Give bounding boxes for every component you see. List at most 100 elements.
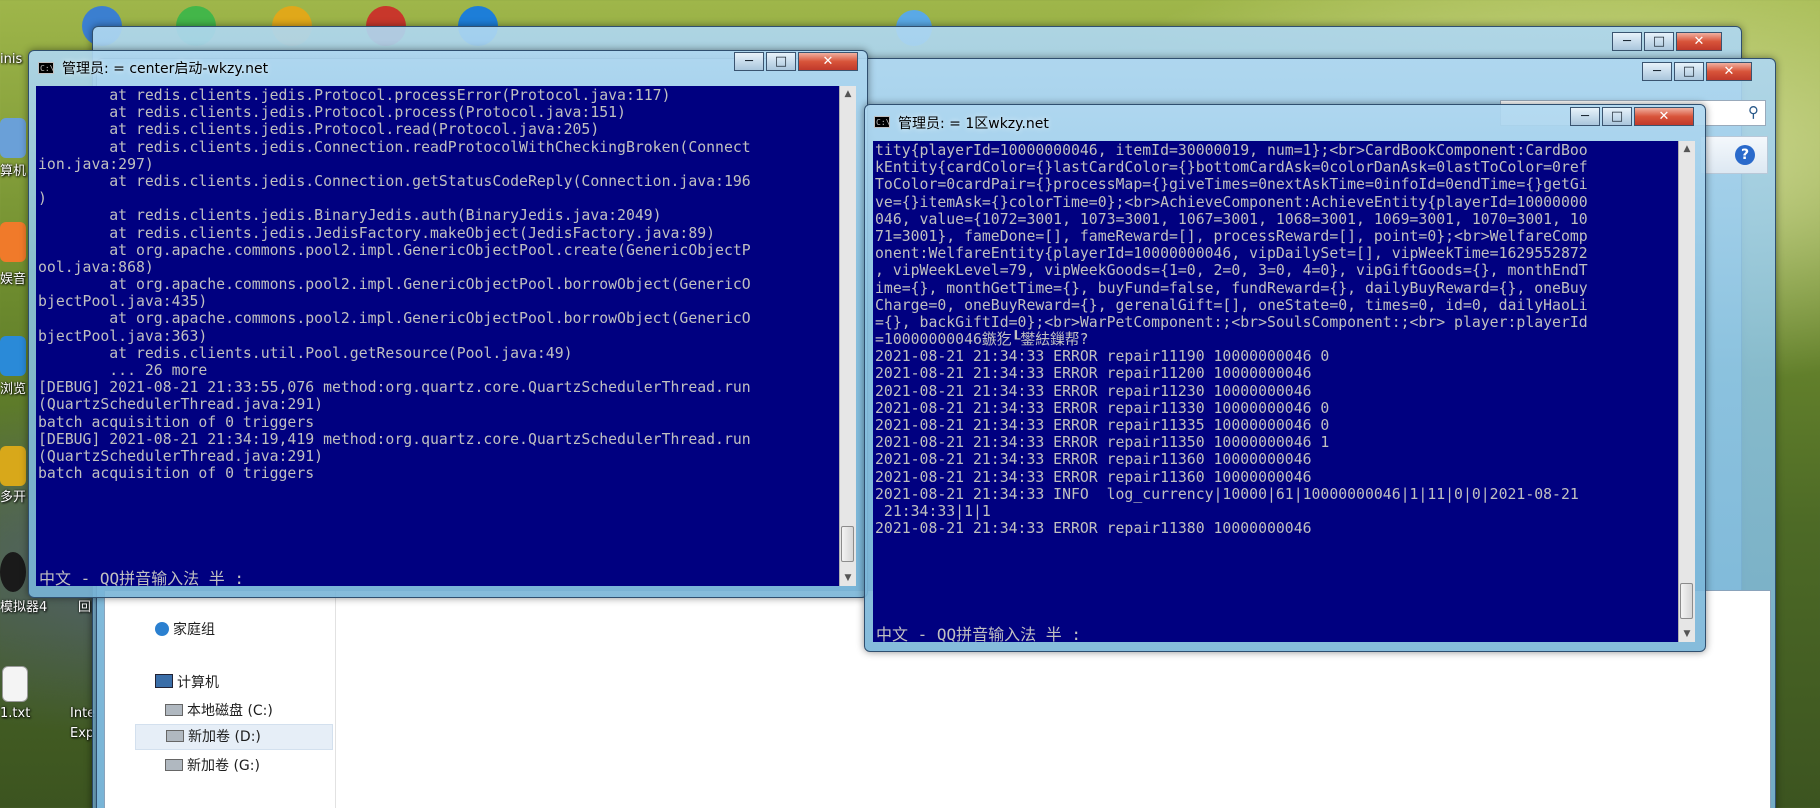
console-line: 2021-08-21 21:34:33 ERROR repair11360 10… (875, 451, 1312, 469)
text-file-icon[interactable] (2, 666, 28, 702)
desktop-label-0: inis (0, 52, 23, 67)
vertical-scrollbar[interactable]: ▲ ▼ (1678, 141, 1695, 642)
minimize-button[interactable]: ─ (734, 52, 764, 71)
minimize-button[interactable]: ─ (1612, 32, 1642, 51)
scroll-down-arrow-icon[interactable]: ▼ (840, 570, 856, 586)
nav-item-label: 新加卷 (G:) (187, 758, 260, 774)
explorer-toolbar: ? (1700, 136, 1768, 174)
help-icon[interactable]: ? (1735, 145, 1755, 165)
console-line: 046, value={1072=3001, 1073=3001, 1067=3… (875, 210, 1588, 228)
maximize-button[interactable]: □ (1674, 62, 1704, 81)
minimize-button[interactable]: ─ (1570, 107, 1600, 126)
nav-item-label: 新加卷 (D:) (188, 729, 261, 745)
ime-status: 中文 - QQ拼音输入法 半 : (39, 569, 245, 588)
browser-app-icon[interactable] (0, 336, 26, 376)
vertical-scrollbar[interactable]: ▲ ▼ (839, 86, 856, 586)
maximize-button[interactable]: □ (1644, 32, 1674, 51)
homegroup-icon (155, 622, 169, 636)
console-line: at redis.clients.jedis.Connection.readPr… (38, 138, 751, 156)
drive-icon (165, 704, 183, 716)
console-app-icon: C:\ (874, 116, 891, 128)
desktop-label-2: 娱音 (0, 272, 27, 287)
console-line: ToColor=0cardPair={}processMap={}giveTim… (875, 176, 1588, 194)
maximize-button[interactable]: □ (1602, 107, 1632, 126)
console-line: 2021-08-21 21:34:33 ERROR repair11200 10… (875, 365, 1312, 383)
console-line: [DEBUG] 2021-08-21 21:33:55,076 method:o… (38, 379, 751, 397)
console-line: ... 26 more (38, 362, 208, 379)
console-line: [DEBUG] 2021-08-21 21:34:19,419 method:o… (38, 430, 751, 448)
console-line: at redis.clients.jedis.Protocol.process(… (38, 104, 626, 122)
console-line: bjectPool.java:435) (38, 293, 208, 311)
desktop-label-9: Exp (70, 726, 95, 741)
nav-drive-g[interactable]: 新加卷 (G:) (165, 755, 260, 775)
scroll-up-arrow-icon[interactable]: ▲ (840, 86, 856, 102)
window-title: 管理员: = 1区wkzy.net (898, 116, 1049, 132)
console-line: 2021-08-21 21:34:33 ERROR repair11335 10… (875, 417, 1330, 434)
ime-status: 中文 - QQ拼音输入法 半 : (876, 625, 1082, 644)
nav-item-label: 计算机 (177, 675, 219, 691)
close-button[interactable]: ✕ (1634, 107, 1694, 126)
scroll-up-arrow-icon[interactable]: ▲ (1679, 141, 1695, 157)
console-line: 21:34:33|1|1 (875, 502, 991, 520)
minimize-button[interactable]: ─ (1642, 62, 1672, 81)
scrollbar-thumb[interactable] (841, 526, 854, 562)
console-line: onent:WelfareEntity{playerId=10000000046… (875, 245, 1588, 263)
close-button[interactable]: ✕ (1676, 32, 1722, 51)
scroll-down-arrow-icon[interactable]: ▼ (1679, 626, 1695, 642)
console-line: 2021-08-21 21:34:33 ERROR repair11350 10… (875, 434, 1330, 452)
computer-icon (155, 674, 173, 688)
console-line: ) (38, 190, 47, 208)
nav-computer[interactable]: 计算机 (155, 672, 219, 692)
console-line: (QuartzSchedulerThread.java:291) (38, 447, 324, 465)
computer-desktop-icon[interactable] (0, 118, 26, 158)
nav-drive-d[interactable]: 新加卷 (D:) (135, 724, 333, 750)
desktop-label-1: 算机 (0, 164, 27, 179)
desktop-label-5: 模拟器4 (0, 600, 48, 615)
console-line: at redis.clients.jedis.Connection.getSta… (38, 172, 751, 190)
desktop-label-7: 1.txt (0, 706, 31, 721)
console-line: at redis.clients.jedis.BinaryJedis.auth(… (38, 207, 662, 225)
console-line: at redis.clients.util.Pool.getResource(P… (38, 344, 573, 362)
console-line: batch acquisition of 0 triggers (38, 465, 315, 483)
console-line: ime={}, monthGetTime={}, buyFund=false, … (875, 279, 1588, 297)
nav-item-label: 本地磁盘 (C:) (187, 703, 273, 719)
search-icon[interactable]: ⚲ (1748, 103, 1759, 121)
console-line: bjectPool.java:363) (38, 327, 208, 345)
console-line: batch acquisition of 0 triggers (38, 413, 315, 431)
console-line: at redis.clients.jedis.JedisFactory.make… (38, 224, 716, 242)
console-line: at org.apache.commons.pool2.impl.Generic… (38, 310, 751, 328)
console-line: (QuartzSchedulerThread.java:291) (38, 396, 324, 414)
emulator-app-icon[interactable] (0, 552, 26, 592)
desktop-label-6: 回 (78, 600, 92, 615)
console-line: ion.java:297) (38, 155, 154, 173)
scrollbar-thumb[interactable] (1680, 583, 1693, 619)
nav-drive-c[interactable]: 本地磁盘 (C:) (165, 700, 273, 720)
console-line: at redis.clients.jedis.Protocol.processE… (38, 87, 671, 104)
drive-icon (165, 759, 183, 771)
close-button[interactable]: ✕ (798, 52, 858, 71)
audio-app-icon[interactable] (0, 222, 26, 262)
close-button[interactable]: ✕ (1706, 62, 1752, 81)
desktop-label-4: 多开 (0, 490, 27, 505)
console-line: at org.apache.commons.pool2.impl.Generic… (38, 276, 751, 294)
console-line: 2021-08-21 21:34:33 ERROR repair11190 10… (875, 348, 1330, 366)
console-line: ool.java:868) (38, 258, 154, 276)
console-line: at redis.clients.jedis.Protocol.read(Pro… (38, 121, 600, 139)
window-title: 管理员: = center启动-wkzy.net (62, 61, 269, 77)
console-line: 2021-08-21 21:34:33 ERROR repair11380 10… (875, 520, 1312, 538)
navigation-pane: 家庭组 计算机 本地磁盘 (C:) 新加卷 (D:) 新加卷 (G:) (105, 591, 336, 808)
console-line: =10000000046鏃犵┖鐢紶鏁帮? (875, 331, 1089, 349)
console-line: 2021-08-21 21:34:33 ERROR repair11230 10… (875, 382, 1312, 400)
console-line: , vipWeekLevel=79, vipWeekGoods={1=0, 2=… (875, 262, 1588, 280)
multi-open-app-icon[interactable] (0, 446, 26, 486)
console-line: 2021-08-21 21:34:33 ERROR repair11330 10… (875, 399, 1330, 417)
nav-homegroup[interactable]: 家庭组 (155, 619, 215, 639)
drive-icon (166, 730, 184, 742)
maximize-button[interactable]: □ (766, 52, 796, 71)
console-output[interactable]: at redis.clients.jedis.Protocol.processE… (36, 86, 839, 586)
console-output[interactable]: tity{playerId=10000000046, itemId=300000… (873, 141, 1678, 642)
console-line: ve={}itemAsk={}colorTime=0};<br>AchieveC… (875, 193, 1588, 211)
desktop-label-3: 浏览 (0, 382, 27, 397)
console-line: kEntity{cardColor={}lastCardColor={}bott… (875, 159, 1588, 177)
console-line: ={}, backGiftId=0};<br>WarPetComponent:;… (875, 313, 1588, 331)
